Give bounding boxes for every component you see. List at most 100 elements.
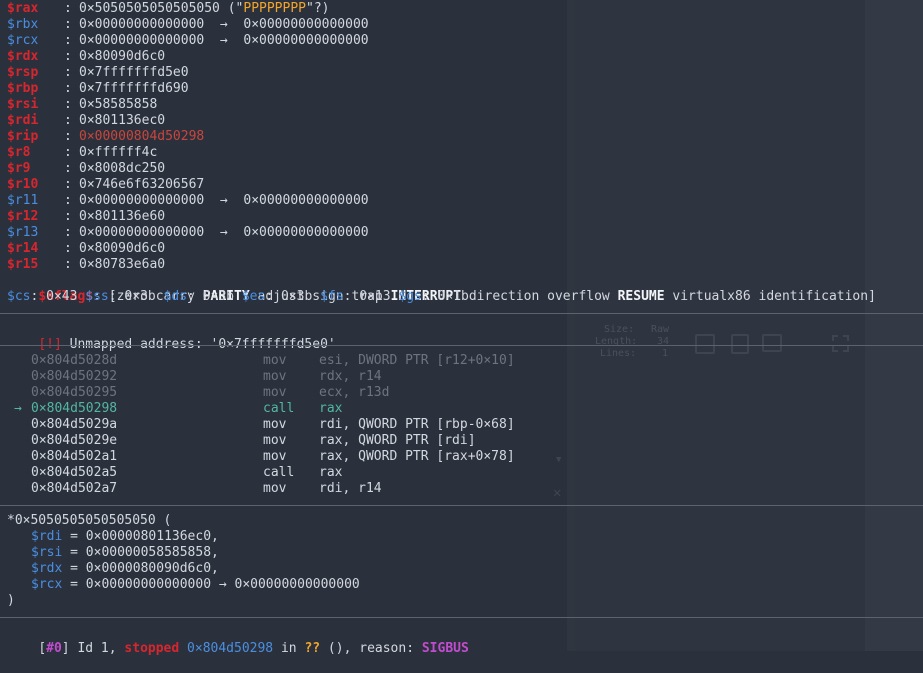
register-value: 0×80090d6c0: [79, 241, 166, 256]
register-name: $r9: [7, 161, 31, 176]
eflag-virtualx86: virtualx86: [672, 289, 751, 304]
disasm-operands: esi, DWORD PTR [r12+0×10]: [319, 353, 515, 368]
register-name: $r8: [7, 145, 31, 160]
segment-name: $gs: [398, 289, 422, 304]
register-value: 0×5050505050505050: [79, 1, 220, 16]
register-value-group: 0×80090d6c0: [79, 241, 165, 257]
register-value-group: 0×746e6f63206567: [79, 177, 204, 193]
register-value-group: 0×7fffffffd690: [79, 81, 189, 97]
disasm-row: 0×804d50292 mov rdx, r14: [0, 369, 560, 385]
disasm-operands: rdi, r14: [319, 481, 382, 496]
call-target: *0×5050505050505050 (: [7, 513, 172, 528]
register-value: 0×80090d6c0: [79, 49, 166, 64]
disasm-address: 0×804d5029a: [31, 417, 118, 432]
register-name: $rdx: [7, 49, 39, 64]
disasm-row: 0×804d5029e mov rax, QWORD PTR [rdi]: [0, 433, 560, 449]
eflags-line: $eflags: [zero carry PARITY adjust sign …: [7, 273, 876, 304]
segment-value: 0×43: [46, 289, 78, 304]
segment-name: $fs: [320, 289, 344, 304]
deref-arrow: →: [204, 33, 244, 48]
register-colon: :: [64, 257, 72, 272]
disasm-operands: rdi, QWORD PTR [rbp-0×68]: [319, 417, 515, 432]
register-value: 0×ffffff4c: [79, 145, 158, 160]
disasm-mnemonic: call: [263, 465, 295, 480]
register-value-group: 0×80090d6c0: [79, 49, 165, 65]
register-value: 0×00000000000000: [79, 225, 205, 240]
register-name: $r15: [7, 257, 39, 272]
call-arg-value: 0×00000000000000 → 0×00000000000000: [85, 577, 360, 592]
register-value: 0×00000000000000: [79, 17, 205, 32]
register-value-group: 0×5050505050505050 ("PPPPPPPP"?): [79, 1, 329, 17]
segment-value: 0×13: [359, 289, 391, 304]
register-value-group: 0×ffffff4c: [79, 145, 157, 161]
register-value-group: 0×00000000000000 → 0×00000000000000: [79, 225, 369, 241]
eflag-overflow: overflow: [547, 289, 610, 304]
register-value: 0×746e6f63206567: [79, 177, 205, 192]
register-name: $r13: [7, 225, 39, 240]
disasm-address: 0×804d502a5: [31, 465, 118, 480]
disasm-row: 0×804d502a7 mov rdi, r14: [0, 481, 560, 497]
disasm-row: 0×804d5029a mov rdi, QWORD PTR [rbp-0×68]: [0, 417, 560, 433]
segment-value: 0×1b: [437, 289, 469, 304]
register-name: $r12: [7, 209, 39, 224]
deref-arrow: →: [204, 225, 244, 240]
thread-in: in: [273, 641, 305, 656]
register-colon: :: [64, 97, 72, 112]
register-name: $rcx: [7, 33, 39, 48]
register-deref: 0×00000000000000: [243, 193, 369, 208]
eflag-resume: RESUME: [617, 289, 665, 304]
register-string: PPPPPPPP: [243, 1, 306, 16]
deref-arrow: →: [204, 193, 244, 208]
disasm-address: 0×804d5029e: [31, 433, 118, 448]
disasm-row: → 0×804d50298 call rax: [0, 401, 560, 417]
register-value-group: 0×801136ec0: [79, 113, 165, 129]
register-value: 0×58585858: [79, 97, 158, 112]
disasm-row: 0×804d502a5 call rax: [0, 465, 560, 481]
thread-status-line: [#0] Id 1, stopped 0×804d50298 in ?? (),…: [7, 625, 469, 656]
disasm-row: 0×804d502a1 mov rax, QWORD PTR [rax+0×78]: [0, 449, 560, 465]
eflags-close: ]: [868, 289, 876, 304]
disasm-mnemonic: mov: [263, 353, 287, 368]
segment-value: 0×3b: [124, 289, 156, 304]
register-value: 0×7fffffffd5e0: [79, 65, 189, 80]
call-arg-value: 0×00000058585858,: [85, 545, 219, 560]
thread-address: 0×804d50298: [179, 641, 274, 656]
disasm-operands: rax, QWORD PTR [rdi]: [319, 433, 476, 448]
disasm-mnemonic: mov: [263, 433, 287, 448]
thread-id-open: [: [38, 641, 47, 656]
current-instruction-arrow-icon: →: [14, 401, 22, 416]
register-colon: :: [64, 49, 72, 64]
eflag-direction: direction: [468, 289, 540, 304]
call-arg-equals: =: [62, 529, 86, 544]
thread-id-close: ]: [61, 641, 70, 656]
register-value-group: 0×00000000000000 → 0×00000000000000: [79, 193, 369, 209]
call-close: ): [7, 593, 15, 608]
register-name: $rsp: [7, 65, 39, 80]
thread-reason: SIGBUS: [421, 641, 469, 656]
register-value-group: 0×7fffffffd5e0: [79, 65, 189, 81]
section-divider: [0, 345, 923, 346]
segment-value: 0×3b: [202, 289, 235, 304]
register-name: $rip: [7, 129, 39, 144]
call-arg-equals: =: [62, 545, 86, 560]
register-value: 0×8008dc250: [79, 161, 166, 176]
register-value: 0×801136ec0: [79, 113, 166, 128]
register-value: 0×00000000000000: [79, 193, 205, 208]
disasm-mnemonic: mov: [263, 481, 287, 496]
gdb-terminal[interactable]: $rax:0×5050505050505050 ("PPPPPPPP"?) $rb…: [0, 0, 923, 656]
register-colon: :: [64, 177, 72, 192]
segment-name: $ds: [163, 289, 188, 304]
register-annot-close: "?): [306, 1, 330, 16]
section-divider: [0, 313, 923, 314]
register-name: $rdi: [7, 113, 39, 128]
register-annot-open: (": [219, 1, 244, 16]
call-arg-equals: =: [62, 577, 86, 592]
call-arg-row: $rdx = 0×0000080090d6c0,: [31, 561, 219, 577]
deref-arrow: →: [204, 17, 244, 32]
disasm-mnemonic: call: [263, 401, 295, 416]
disasm-operands: rax: [319, 465, 343, 480]
disasm-operands: rax, QWORD PTR [rax+0×78]: [319, 449, 515, 464]
disasm-mnemonic: mov: [263, 449, 287, 464]
eflag-identification: identification: [758, 289, 869, 304]
register-colon: :: [64, 113, 72, 128]
